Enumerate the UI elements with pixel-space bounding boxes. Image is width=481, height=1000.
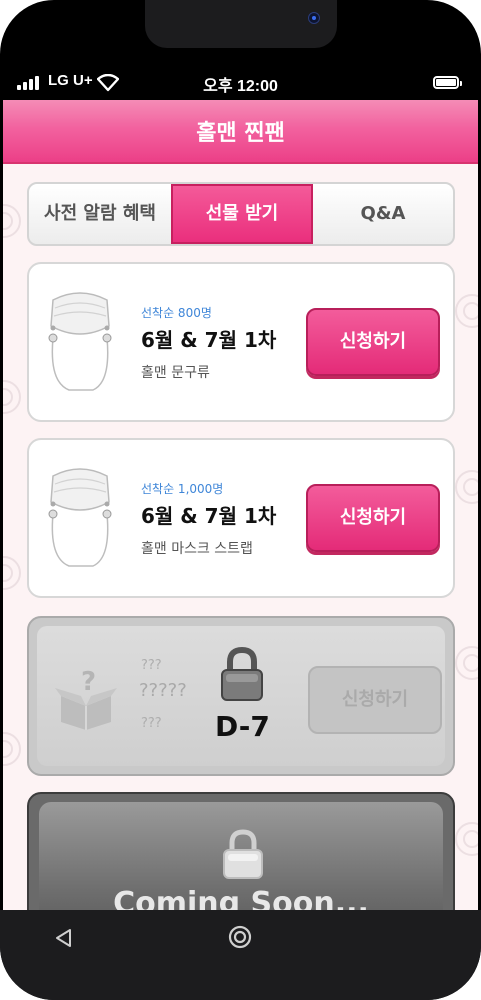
decorative-circle	[455, 470, 478, 504]
svg-text:?: ?	[81, 667, 96, 697]
decorative-circle	[455, 294, 478, 328]
decorative-circle	[455, 646, 478, 680]
back-icon[interactable]	[52, 926, 76, 950]
status-bar: LG U+ 오후 12:00	[0, 66, 481, 100]
tab-qna[interactable]: Q&A	[313, 184, 453, 244]
gift-card: 선착순 1,000명 6월 & 7월 1차 홀맨 마스크 스트랩 신청하기	[27, 438, 455, 598]
locked-subtitle: ???	[141, 716, 162, 731]
decorative-circle	[3, 204, 21, 238]
battery-icon	[433, 76, 462, 89]
mask-icon	[48, 292, 112, 391]
coming-soon-text: Coming Soon...	[113, 886, 369, 910]
locked-title: ?????	[139, 680, 187, 701]
limit-label: 선착순 1,000명	[141, 482, 224, 496]
tab-pre-alarm-benefits[interactable]: 사전 알람 혜택	[29, 184, 171, 244]
apply-button[interactable]: 신청하기	[306, 484, 440, 552]
camera-icon	[308, 12, 320, 24]
decorative-circle	[3, 556, 21, 590]
clock: 오후 12:00	[203, 78, 278, 95]
lock-icon	[223, 829, 263, 879]
item-subtitle: 홀맨 문구류	[141, 365, 210, 381]
app-header: 홀맨 찐팬	[3, 100, 478, 164]
decorative-circle	[3, 732, 21, 766]
d-day-counter: D-7	[215, 710, 270, 743]
notch	[145, 0, 337, 48]
phone-frame: LG U+ 오후 12:00 홀맨 찐팬 사전 알람 혜택 선물 받기 Q&A	[0, 0, 481, 1000]
limit-label: 선착순 800명	[141, 306, 212, 320]
system-nav-bar	[0, 910, 481, 1000]
gift-card: 선착순 800명 6월 & 7월 1차 홀맨 문구류 신청하기	[27, 262, 455, 422]
app-screen: 홀맨 찐팬 사전 알람 혜택 선물 받기 Q&A 선착순 800명 6월 & 7…	[3, 100, 478, 910]
tab-bar: 사전 알람 혜택 선물 받기 Q&A	[27, 182, 455, 246]
decorative-circle	[455, 822, 478, 856]
lock-icon	[221, 646, 263, 701]
apply-button-disabled: 신청하기	[308, 666, 442, 734]
home-icon[interactable]	[227, 924, 253, 950]
locked-label: ???	[141, 658, 162, 673]
locked-gift-card: ? ??? ????? ??? D-7 신청하기	[27, 616, 455, 776]
tab-receive-gift[interactable]: 선물 받기	[171, 184, 313, 244]
item-subtitle: 홀맨 마스크 스트랩	[141, 541, 253, 557]
decorative-circle	[3, 380, 21, 414]
mask-icon	[48, 468, 112, 567]
apply-button[interactable]: 신청하기	[306, 308, 440, 376]
page-title: 홀맨 찐팬	[196, 121, 285, 146]
item-title: 6월 & 7월 1차	[141, 328, 277, 352]
coming-soon-card: Coming Soon...	[27, 792, 455, 910]
gift-box-icon: ?	[55, 667, 117, 730]
item-title: 6월 & 7월 1차	[141, 504, 277, 528]
